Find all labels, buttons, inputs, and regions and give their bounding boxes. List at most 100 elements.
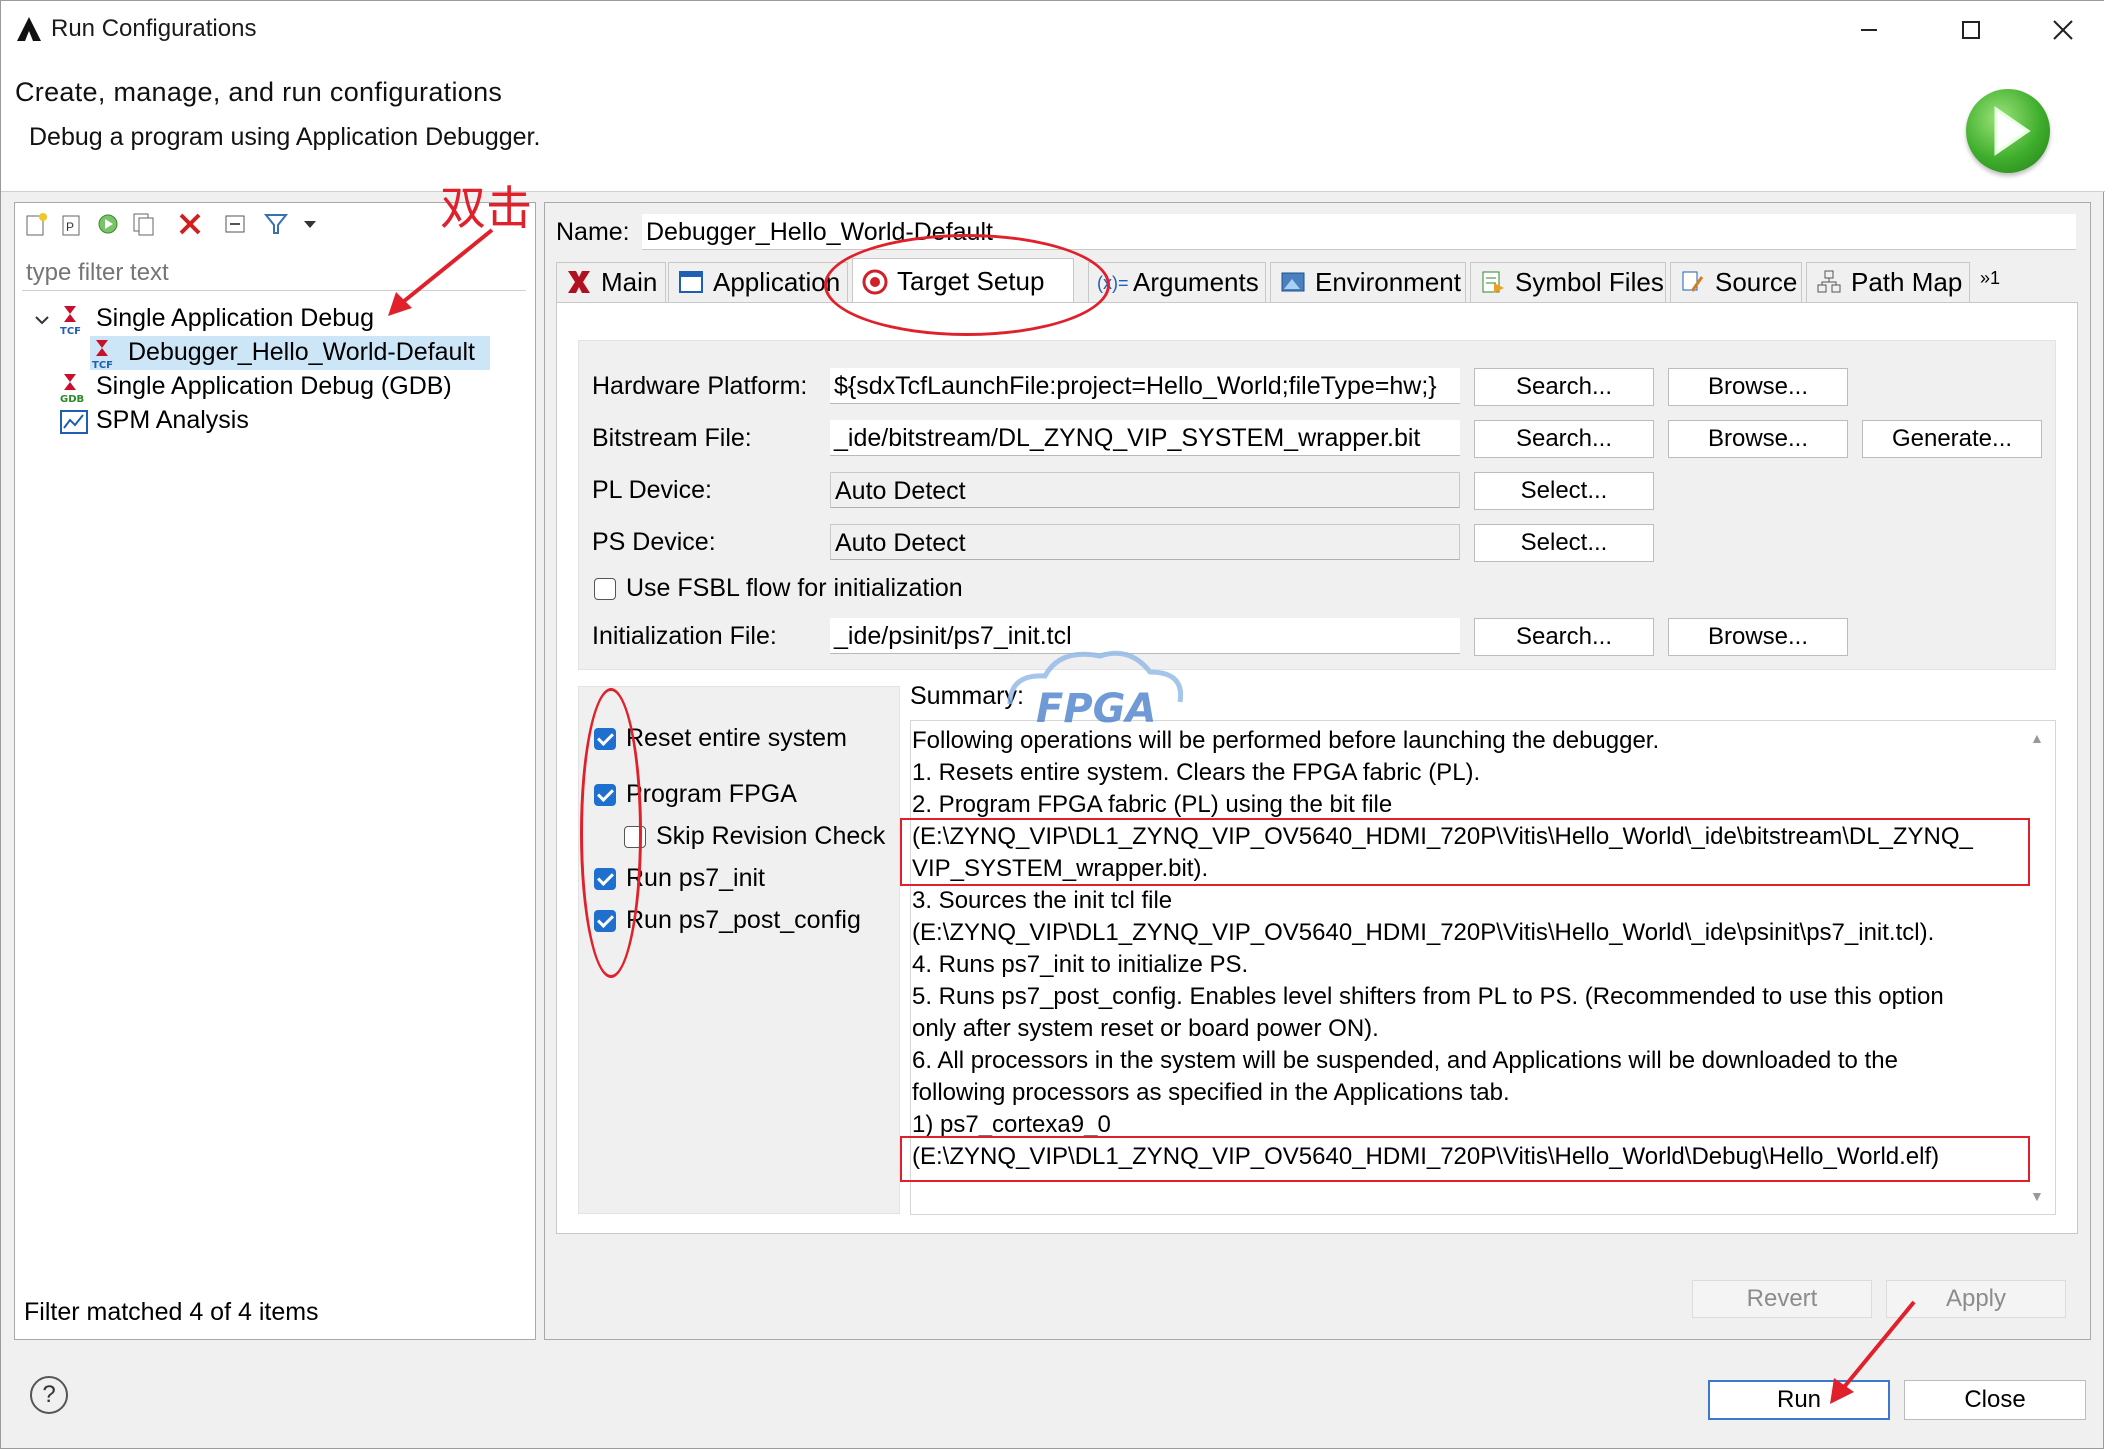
filter-status: Filter matched 4 of 4 items (24, 1298, 319, 1326)
pl-device-label: PL Device: (592, 476, 712, 504)
annotation-target-setup-ellipse (824, 234, 1110, 336)
maximize-button[interactable] (1925, 1, 2017, 59)
path-map-icon (1815, 269, 1843, 297)
tab-symbol-files[interactable]: Symbol Files (1470, 262, 1666, 302)
new-configuration-icon[interactable] (22, 210, 50, 238)
tab-arguments[interactable]: (x)= Arguments (1088, 262, 1266, 302)
spm-chart-icon (60, 408, 88, 436)
tab-environment[interactable]: Environment (1270, 262, 1466, 302)
export-configuration-icon[interactable] (94, 210, 122, 238)
reset-system-label: Reset entire system (626, 724, 847, 752)
tab-label: Symbol Files (1515, 267, 1664, 297)
application-window-icon (677, 269, 705, 297)
skip-revision-label: Skip Revision Check (656, 822, 886, 850)
hardware-platform-label: Hardware Platform: (592, 372, 808, 400)
program-fpga-label: Program FPGA (626, 780, 797, 808)
source-icon (1679, 269, 1707, 297)
pl-select-button[interactable]: Select... (1474, 472, 1654, 510)
summary-line: 5. Runs ps7_post_config. Enables level s… (912, 983, 1944, 1010)
environment-icon (1279, 269, 1307, 297)
tree-item-single-application-debug[interactable]: Single Application Debug (96, 304, 374, 333)
close-icon (2053, 20, 2073, 40)
summary-lines: Following operations will be performed b… (912, 725, 2022, 1173)
scroll-down-icon[interactable]: ▼ (2030, 1188, 2044, 1204)
header-title: Create, manage, and run configurations (15, 77, 503, 107)
init-search-button[interactable]: Search... (1474, 618, 1654, 656)
tree-item-spm-analysis[interactable]: SPM Analysis (96, 406, 249, 435)
tcf-icon: TCF (92, 338, 118, 371)
svg-text:GDB: GDB (60, 394, 84, 404)
duplicate-icon[interactable] (130, 210, 158, 238)
collapse-all-icon[interactable] (222, 210, 250, 238)
summary-line: only after system reset or board power O… (912, 1015, 1379, 1042)
filter-icon[interactable] (262, 210, 290, 238)
annotation-bit-file-rect (900, 818, 2030, 886)
initialization-file-label: Initialization File: (592, 622, 777, 650)
tab-label: Application (713, 267, 841, 297)
hw-browse-button[interactable]: Browse... (1668, 368, 1848, 406)
summary-line: 4. Runs ps7_init to initialize PS. (912, 951, 1249, 978)
summary-line: 6. All processors in the system will be … (912, 1047, 1898, 1074)
svg-text:TCF: TCF (92, 360, 113, 368)
summary-line: 2. Program FPGA fabric (PL) using the bi… (912, 791, 1393, 818)
annotation-arrow-to-run (1830, 1300, 1916, 1404)
view-menu-chevron-down-icon[interactable] (296, 210, 324, 238)
maximize-icon (1962, 21, 1980, 39)
tab-source[interactable]: Source (1670, 262, 1802, 302)
bitstream-file-label: Bitstream File: (592, 424, 752, 452)
gdb-icon: GDB (60, 372, 86, 405)
close-window-button[interactable] (2017, 1, 2109, 59)
hardware-platform-field[interactable]: ${sdxTcfLaunchFile:project=Hello_World;f… (830, 368, 1460, 404)
name-label: Name: (556, 218, 630, 246)
ps-device-field: Auto Detect (830, 524, 1460, 560)
bit-search-button[interactable]: Search... (1474, 420, 1654, 458)
tab-label: Path Map (1851, 267, 1963, 297)
help-icon[interactable]: ? (30, 1376, 68, 1414)
tab-application[interactable]: Application (668, 262, 848, 302)
svg-text:FPGA: FPGA (1036, 686, 1156, 732)
run-banner-icon (1966, 89, 2050, 173)
delete-icon[interactable] (176, 210, 204, 238)
header-subtitle: Debug a program using Application Debugg… (29, 123, 541, 151)
run-ps7-post-config-label: Run ps7_post_config (626, 906, 861, 934)
bit-generate-button[interactable]: Generate... (1862, 420, 2042, 458)
bitstream-file-field[interactable]: _ide/bitstream/DL_ZYNQ_VIP_SYSTEM_wrappe… (830, 420, 1460, 456)
init-browse-button[interactable]: Browse... (1668, 618, 1848, 656)
annotation-arrow-to-tree-item (388, 228, 494, 316)
main-tab-icon (565, 269, 593, 297)
summary-line: (E:\ZYNQ_VIP\DL1_ZYNQ_VIP_OV5640_HDMI_72… (912, 919, 1935, 946)
title-bar: Run Configurations (1, 1, 2105, 59)
tab-label: Source (1715, 267, 1798, 297)
annotation-options-ellipse (580, 688, 642, 978)
tab-main[interactable]: Main (556, 262, 666, 302)
hw-search-button[interactable]: Search... (1474, 368, 1654, 406)
tab-label: Environment (1315, 267, 1461, 297)
close-button[interactable]: Close (1904, 1380, 2086, 1420)
app-logo-icon (17, 17, 41, 41)
new-prototype-icon[interactable]: P (58, 210, 86, 238)
scroll-up-icon[interactable]: ▲ (2030, 730, 2044, 746)
summary-line: following processors as specified in the… (912, 1079, 1510, 1106)
bit-browse-button[interactable]: Browse... (1668, 420, 1848, 458)
run-ps7-init-label: Run ps7_init (626, 864, 765, 892)
tree-item-single-application-debug-gdb[interactable]: Single Application Debug (GDB) (96, 372, 452, 401)
dialog-header: Create, manage, and run configurations D… (1, 59, 2105, 192)
fsbl-label: Use FSBL flow for initialization (626, 574, 963, 602)
tab-label: Arguments (1133, 267, 1259, 297)
ps-select-button[interactable]: Select... (1474, 524, 1654, 562)
summary-line: 3. Sources the init tcl file (912, 887, 1173, 914)
pl-device-field: Auto Detect (830, 472, 1460, 508)
tree-expand-chevron-icon[interactable] (34, 306, 50, 335)
svg-text:P: P (66, 220, 74, 234)
tcf-icon: TCF (60, 304, 86, 337)
symbol-files-icon (1479, 269, 1507, 297)
minimize-icon (1861, 29, 1877, 31)
tab-path-map[interactable]: Path Map (1806, 262, 1970, 302)
tree-item-debugger-hello-world-default[interactable]: Debugger_Hello_World-Default (128, 338, 475, 367)
window-title: Run Configurations (51, 15, 257, 42)
fsbl-checkbox[interactable] (594, 578, 616, 600)
name-field[interactable]: Debugger_Hello_World-Default (642, 214, 2076, 250)
tabs-overflow-button[interactable]: »1 (1980, 268, 2000, 289)
summary-line: 1. Resets entire system. Clears the FPGA… (912, 759, 1481, 786)
minimize-button[interactable] (1823, 1, 1915, 59)
